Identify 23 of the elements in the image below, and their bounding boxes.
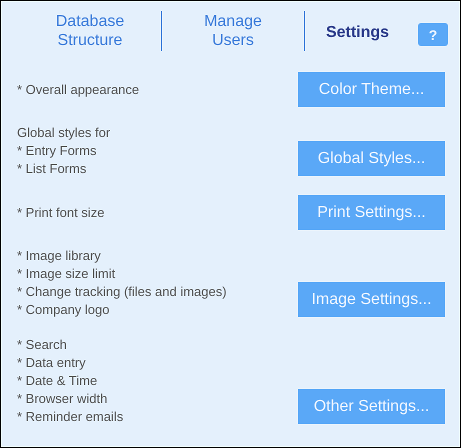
tab[interactable]: Database Structure xyxy=(56,12,124,50)
description-text: * Change tracking (files and images) xyxy=(17,283,227,301)
description-text: * Data entry xyxy=(17,354,87,372)
description-text: * Date & Time xyxy=(17,372,98,390)
settings-button[interactable]: Global Styles... xyxy=(298,141,445,176)
description-text: * Company logo xyxy=(17,301,110,319)
description-text: * Overall appearance xyxy=(17,80,140,98)
help-button[interactable]: ? xyxy=(418,23,448,46)
description-text: * Image library xyxy=(17,247,102,265)
settings-button[interactable]: Image Settings... xyxy=(298,282,445,317)
description-text: * Browser width xyxy=(17,390,108,408)
description-text: * Image size limit xyxy=(17,265,116,283)
description-text: Global styles for xyxy=(17,124,110,142)
description-text: * List Forms xyxy=(17,160,88,178)
tab[interactable]: Manage Users xyxy=(204,12,262,50)
tab[interactable]: Settings xyxy=(326,23,390,51)
description-text: * Reminder emails xyxy=(17,408,124,426)
description-text: * Entry Forms xyxy=(17,142,98,160)
settings-button[interactable]: Other Settings... xyxy=(298,389,445,424)
settings-button[interactable]: Print Settings... xyxy=(298,195,445,230)
settings-button[interactable]: Color Theme... xyxy=(298,72,445,107)
description-text: * Print font size xyxy=(17,204,104,222)
description-text: * Search xyxy=(17,336,68,354)
